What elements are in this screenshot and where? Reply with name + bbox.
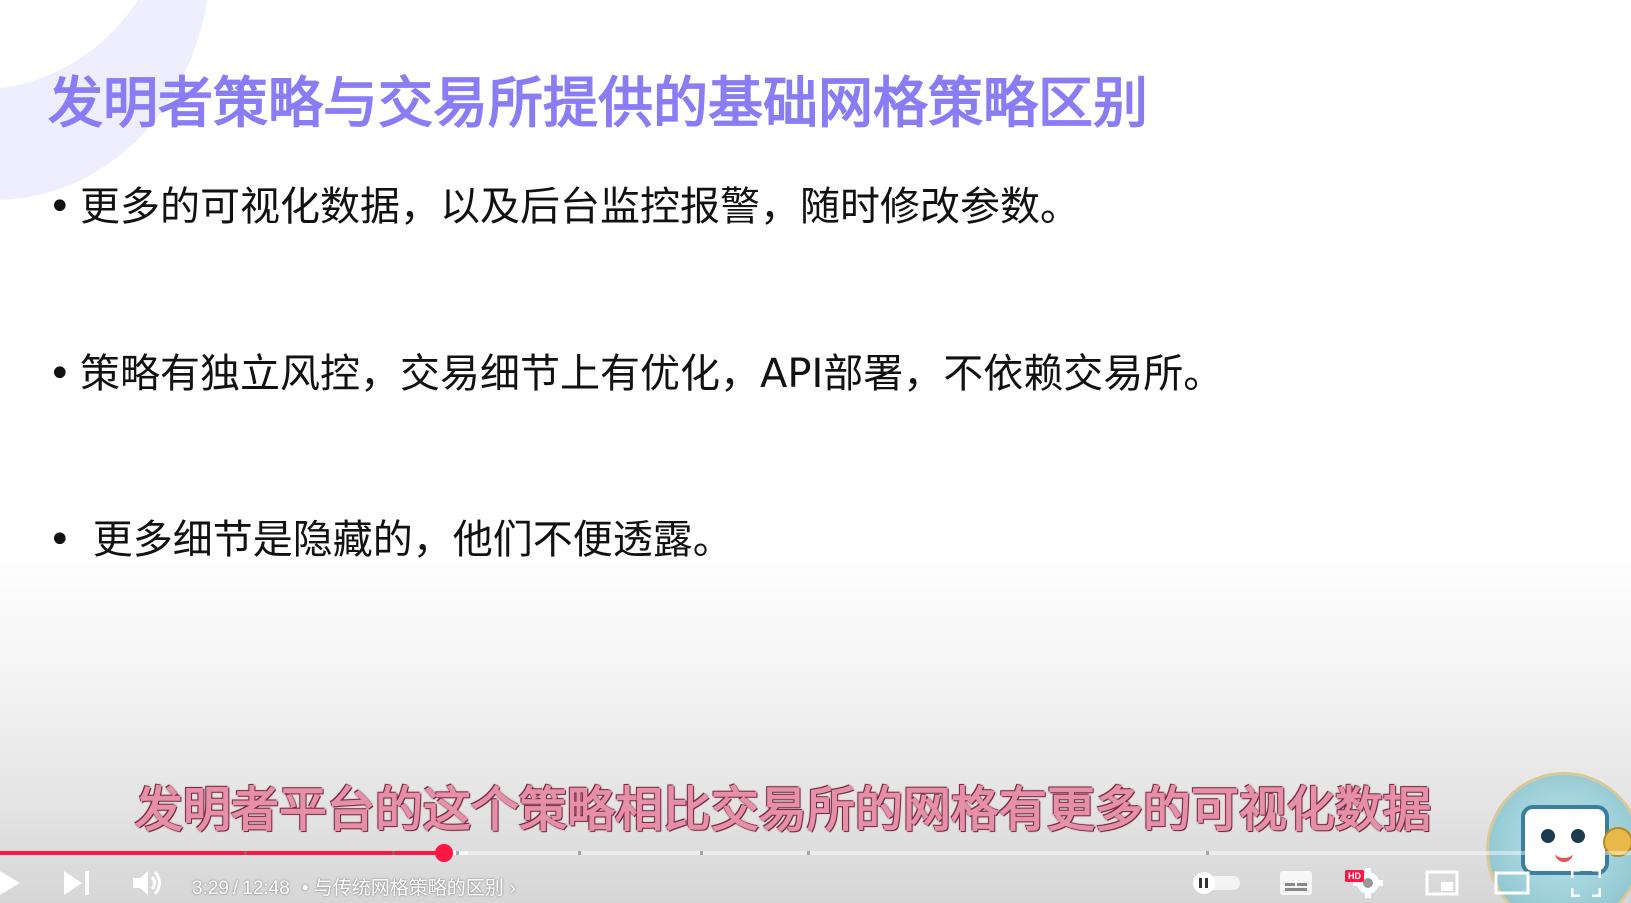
- fullscreen-button[interactable]: [1566, 862, 1606, 903]
- theater-icon: [1494, 871, 1530, 894]
- bullet-dot: •: [48, 184, 72, 230]
- miniplayer-button[interactable]: [1422, 862, 1462, 903]
- volume-icon: [133, 870, 161, 895]
- bullet-text: 更多的可视化数据，以及后台监控报警，随时修改参数。: [80, 184, 1080, 230]
- chapter-marker: [700, 851, 703, 855]
- chapter-bullet: •: [301, 878, 309, 899]
- subtitles-button[interactable]: [1276, 862, 1316, 903]
- next-button[interactable]: [60, 862, 94, 903]
- chevron-right-icon[interactable]: ›: [510, 878, 516, 898]
- controls-gradient: [0, 543, 1631, 903]
- chapter-marker: [807, 851, 810, 855]
- settings-button[interactable]: [1348, 862, 1388, 903]
- subtitles-icon: [1280, 870, 1312, 895]
- miniplayer-icon: [1425, 870, 1459, 895]
- chapter-marker: [456, 851, 459, 855]
- chapter-marker: [1206, 851, 1209, 855]
- slide-bullet: • 更多的可视化数据，以及后台监控报警，随时修改参数。: [48, 174, 1080, 232]
- duration: 12:48: [242, 878, 290, 899]
- bullet-dot: •: [48, 351, 72, 397]
- progress-played: [0, 851, 445, 855]
- autoplay-toggle[interactable]: [1188, 862, 1244, 903]
- volume-button[interactable]: [130, 862, 166, 903]
- subtitle-caption: 发明者平台的这个策略相比交易所的网格有更多的可视化数据: [135, 782, 1432, 838]
- time-separator: /: [232, 878, 239, 899]
- progress-bar[interactable]: [0, 844, 1631, 862]
- hd-badge: HD: [1345, 870, 1364, 882]
- autoplay-toggle-icon: [1193, 871, 1240, 894]
- current-time: 3:29: [192, 878, 229, 899]
- slide-bullet: • 策略有独立风控，交易细节上有优化，API部署，不依赖交易所。: [48, 341, 1223, 399]
- video-player[interactable]: 发明者策略与交易所提供的基础网格策略区别 • 更多的可视化数据，以及后台监控报警，…: [0, 0, 1631, 903]
- fullscreen-icon: [1571, 868, 1601, 897]
- chapter-title[interactable]: 与传统网格策略的区别: [314, 878, 504, 899]
- chapter-marker: [578, 851, 581, 855]
- theater-mode-button[interactable]: [1492, 862, 1532, 903]
- next-icon: [64, 870, 89, 895]
- chapter-marker: [392, 851, 395, 855]
- chapter-marker: [244, 851, 247, 855]
- play-icon: [0, 870, 20, 895]
- play-button[interactable]: [0, 862, 24, 903]
- slide-title: 发明者策略与交易所提供的基础网格策略区别: [48, 71, 1149, 135]
- bullet-text: 策略有独立风控，交易细节上有优化，API部署，不依赖交易所。: [80, 351, 1224, 397]
- time-display: 3:29/12:48 • 与传统网格策略的区别 ›: [192, 873, 516, 900]
